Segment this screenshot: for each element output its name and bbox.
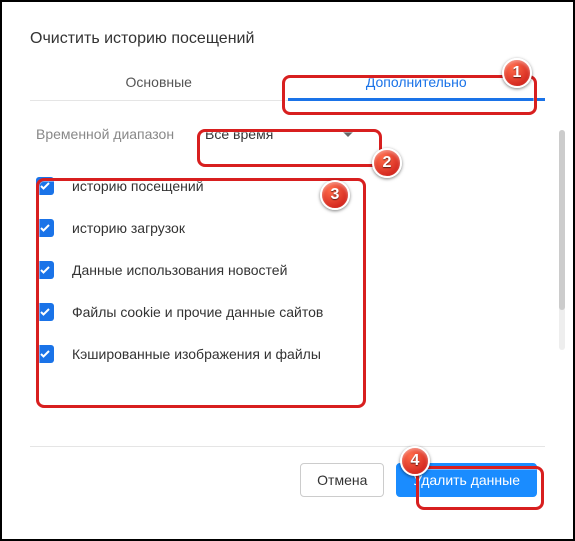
clear-history-dialog: Очистить историю посещений Основные Допо… (30, 30, 545, 511)
option-label: Кэшированные изображения и файлы (72, 346, 321, 362)
checkbox-cache[interactable] (36, 345, 54, 363)
checkbox-browsing-history[interactable] (36, 177, 54, 195)
checkbox-download-history[interactable] (36, 219, 54, 237)
time-range-label: Временной диапазон (36, 126, 174, 142)
tabs: Основные Дополнительно (30, 64, 545, 101)
time-range-value: Все время (205, 126, 273, 142)
check-icon (39, 348, 51, 360)
list-item: историю загрузок (36, 219, 539, 237)
tab-advanced[interactable]: Дополнительно (288, 64, 546, 100)
cancel-button[interactable]: Отмена (300, 463, 384, 497)
checkbox-cookies[interactable] (36, 303, 54, 321)
options-list: историю посещений историю загрузок Данны… (30, 169, 545, 375)
checkbox-news-usage[interactable] (36, 261, 54, 279)
time-range-dropdown[interactable]: Все время (194, 119, 364, 149)
dialog-footer: Отмена Удалить данные (30, 446, 545, 511)
list-item: Данные использования новостей (36, 261, 539, 279)
check-icon (39, 222, 51, 234)
check-icon (39, 180, 51, 192)
option-label: Данные использования новостей (72, 262, 287, 278)
dialog-body: Временной диапазон Все время историю пос… (30, 101, 545, 431)
check-icon (39, 306, 51, 318)
list-item: Файлы cookie и прочие данные сайтов (36, 303, 539, 321)
option-label: историю посещений (72, 178, 204, 194)
check-icon (39, 264, 51, 276)
list-item: историю посещений (36, 177, 539, 195)
chevron-down-icon (343, 132, 353, 137)
scrollbar[interactable] (559, 130, 565, 350)
delete-data-button[interactable]: Удалить данные (396, 463, 537, 497)
scrollbar-thumb[interactable] (559, 130, 565, 310)
option-label: историю загрузок (72, 220, 185, 236)
time-range-row: Временной диапазон Все время (30, 119, 545, 149)
list-item: Кэшированные изображения и файлы (36, 345, 539, 363)
dialog-title: Очистить историю посещений (30, 30, 545, 48)
option-label: Файлы cookie и прочие данные сайтов (72, 304, 323, 320)
tab-basic[interactable]: Основные (30, 64, 288, 100)
